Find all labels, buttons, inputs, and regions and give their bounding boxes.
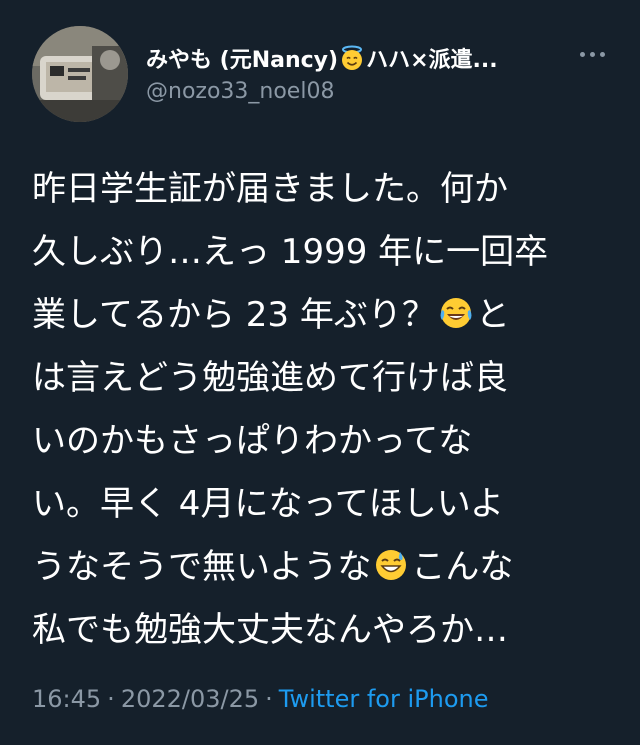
meta-separator: ·: [107, 685, 115, 713]
avatar[interactable]: [32, 26, 128, 122]
tweet-text-line: は言えどう勉強進めて行けば良: [32, 358, 508, 398]
tweet-text-line: 昨日学生証が届きました。何か: [32, 169, 508, 209]
tweet-time[interactable]: 16:45: [32, 685, 101, 713]
tweet-header: みやも (元Nancy) ハハ×派遣... @nozo33_noel08: [32, 22, 612, 122]
display-name-suffix: ハハ×派遣...: [366, 48, 498, 73]
meta-separator: ·: [265, 685, 273, 713]
tweet-text-line: うなそうで無いような こんな: [32, 536, 607, 599]
more-options-icon[interactable]: [578, 46, 608, 62]
tweet-text-segment: うなそうで無いような: [32, 547, 372, 587]
tweet-source-link[interactable]: Twitter for iPhone: [279, 685, 489, 713]
display-name[interactable]: みやも (元Nancy) ハハ×派遣...: [146, 42, 498, 74]
tweet-text-segment: 業してるから 23 年ぶり？: [32, 295, 436, 335]
user-handle[interactable]: @nozo33_noel08: [146, 79, 334, 104]
tweet-text: 昨日学生証が届きました。何か 久しぶり…えっ 1999 年に一回卒 業してるから…: [32, 158, 607, 662]
tweet-text-segment: と: [475, 295, 510, 335]
tweet-text-line: 私でも勉強大丈夫なんやろか…: [32, 610, 508, 650]
tweet-text-line: いのかもさっぱりわかってな: [32, 421, 473, 461]
grinning-face-with-sweat-icon: [373, 541, 409, 580]
smiling-face-with-halo-icon: [339, 45, 365, 71]
tweet-meta: 16:45 · 2022/03/25 · Twitter for iPhone: [32, 685, 489, 713]
display-name-text: みやも (元Nancy): [146, 48, 339, 73]
tweet-text-line: 業してるから 23 年ぶり？ と: [32, 284, 607, 347]
tweet-text-line: い。早く 4月になってほしいよ: [32, 484, 505, 524]
face-with-tears-of-joy-icon: [438, 289, 474, 328]
tweet-text-line: 久しぶり…えっ 1999 年に一回卒: [32, 232, 549, 272]
tweet-date[interactable]: 2022/03/25: [121, 685, 259, 713]
tweet: みやも (元Nancy) ハハ×派遣... @nozo33_noel08 昨日学…: [0, 0, 640, 745]
tweet-text-segment: こんな: [411, 547, 514, 587]
